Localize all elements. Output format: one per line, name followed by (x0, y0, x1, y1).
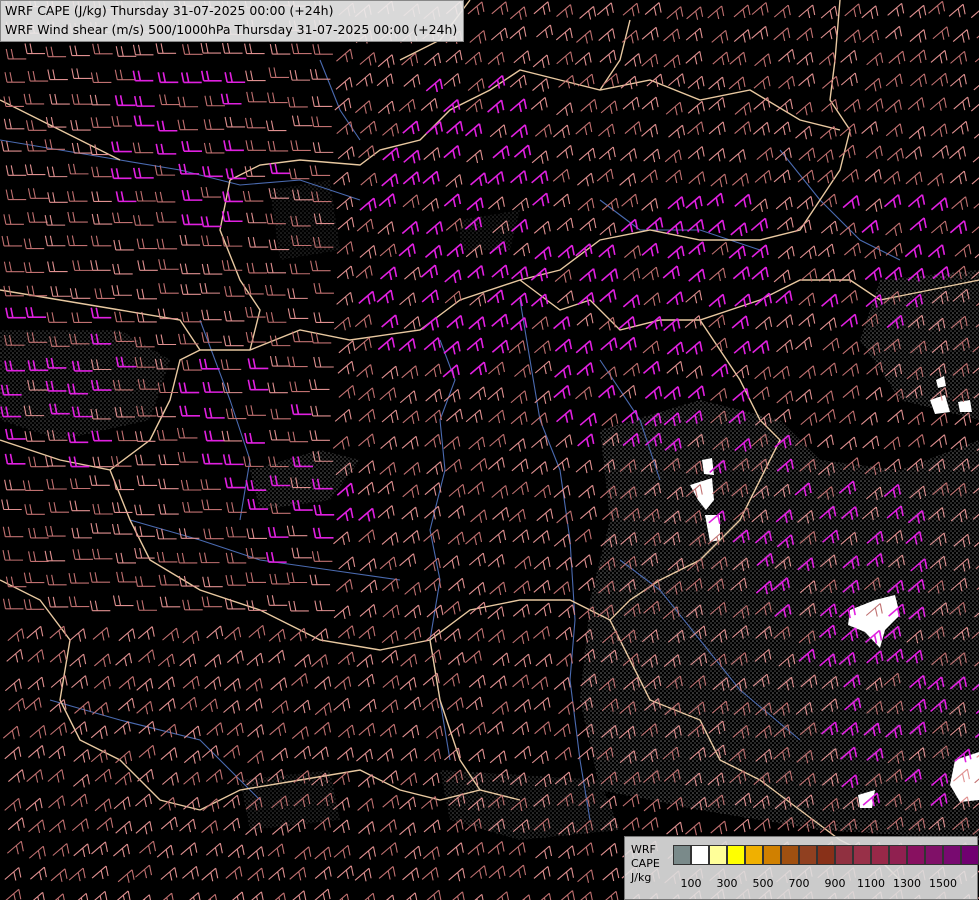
legend-color-scale (673, 845, 979, 865)
legend-swatch (925, 845, 943, 865)
legend-swatch (763, 845, 781, 865)
legend-swatch (781, 845, 799, 865)
legend-swatch (835, 845, 853, 865)
legend-swatch (745, 845, 763, 865)
legend-tick: 700 (788, 877, 810, 890)
legend-unit-label: J/kg (631, 871, 652, 884)
legend-swatch (943, 845, 961, 865)
legend-swatch (673, 845, 691, 865)
map-title-wind-shear: WRF Wind shear (m/s) 500/1000hPa Thursda… (5, 22, 458, 37)
legend-tick-labels: 100 300 500 700 900 1100 1300 1500 (673, 877, 973, 891)
legend-swatch (961, 845, 979, 865)
legend-tick: 1300 (893, 877, 921, 890)
legend-labels: WRF CAPE J/kg (631, 843, 660, 885)
legend-tick: 1500 (929, 877, 957, 890)
legend-swatch (691, 845, 709, 865)
legend-swatch (727, 845, 745, 865)
legend-field-label: CAPE (631, 857, 660, 870)
legend-tick: 100 (680, 877, 702, 890)
legend-swatch (871, 845, 889, 865)
legend-swatch (853, 845, 871, 865)
map-title-cape: WRF CAPE (J/kg) Thursday 31-07-2025 00:0… (5, 3, 334, 18)
legend-swatch (709, 845, 727, 865)
weather-map (0, 0, 979, 900)
legend-swatch (889, 845, 907, 865)
legend-model-label: WRF (631, 843, 656, 856)
legend-tick: 300 (716, 877, 738, 890)
legend-swatch (817, 845, 835, 865)
legend-swatch (799, 845, 817, 865)
legend-tick: 900 (824, 877, 846, 890)
cape-legend: WRF CAPE J/kg 100 300 500 700 900 1100 1300 150… (624, 836, 979, 900)
legend-tick: 1100 (857, 877, 885, 890)
legend-tick: 500 (752, 877, 774, 890)
legend-swatch (907, 845, 925, 865)
map-title-box: WRF CAPE (J/kg) Thursday 31-07-2025 00:0… (0, 0, 465, 42)
